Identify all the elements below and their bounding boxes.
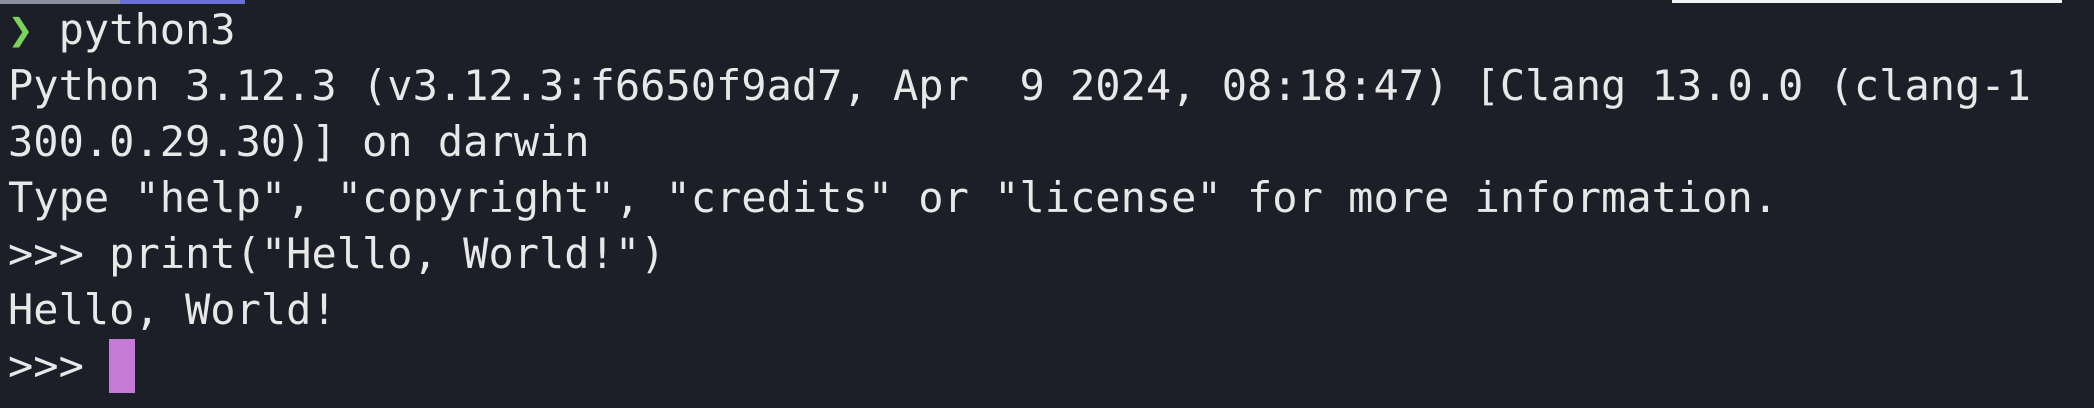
repl-prompt: >>> [8,229,110,278]
shell-command: python3 [33,5,236,54]
shell-command-line: ❯ python3 [8,2,2086,58]
python-banner-line-1: Python 3.12.3 (v3.12.3:f6650f9ad7, Apr 9… [8,61,2031,110]
repl-prompt-active: >>> [8,341,110,390]
repl-input: print("Hello, World!") [109,229,666,278]
text-cursor[interactable] [109,338,136,393]
active-repl-line[interactable]: >>> [8,338,2086,394]
python-banner-line-2: 300.0.29.30)] on darwin [8,117,590,166]
python-help-line: Type "help", "copyright", "credits" or "… [8,173,1779,222]
prompt-chevron-icon: ❯ [8,5,34,54]
repl-input-line: >>> print("Hello, World!") [8,226,2086,282]
repl-output-line: Hello, World! [8,285,337,334]
terminal-content[interactable]: ❯ python3 Python 3.12.3 (v3.12.3:f6650f9… [8,2,2086,394]
terminal-window[interactable]: ❯ python3 Python 3.12.3 (v3.12.3:f6650f9… [0,0,2094,408]
